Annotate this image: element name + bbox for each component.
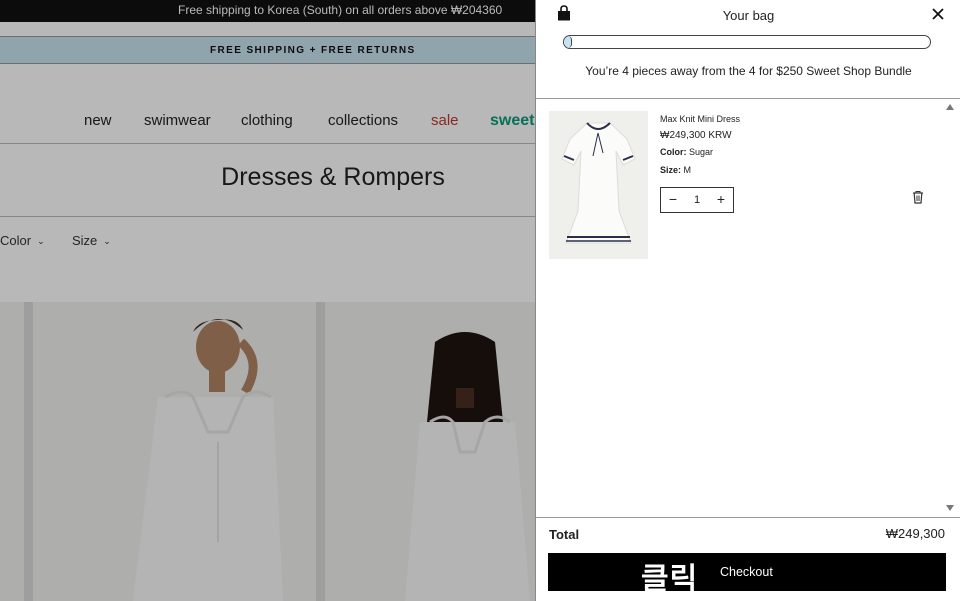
quantity-stepper: − 1 + [660,187,734,213]
scroll-down-arrow-icon[interactable] [946,505,954,511]
divider [536,517,960,518]
bundle-progress-bar [563,35,931,49]
cart-item-name[interactable]: Max Knit Mini Dress [660,114,740,124]
cart-item-color: Color: Sugar [660,147,713,157]
progress-fill [564,36,572,48]
divider [536,98,960,99]
click-overlay-label: 클릭 [641,563,699,596]
cart-title: Your bag [722,8,775,23]
size-value: M [683,165,692,175]
color-value: Sugar [689,147,714,157]
decrease-quantity-button[interactable]: − [661,188,685,212]
page-dim-overlay[interactable] [0,0,536,601]
trash-icon[interactable] [911,190,925,204]
increase-quantity-button[interactable]: + [709,188,733,212]
cart-item-image[interactable] [549,111,648,259]
size-label: Size: [660,165,682,175]
checkout-label: Checkout [720,565,773,579]
cart-drawer: Your bag You’re 4 pieces away from the 4… [535,0,960,601]
checkout-button[interactable]: 클릭 Checkout [548,553,946,596]
close-icon[interactable] [929,5,947,23]
bundle-progress-message: You’re 4 pieces away from the 4 for $250… [585,64,912,78]
dress-thumbnail [561,122,636,244]
cart-item-price: ₩249,300 KRW [660,130,732,141]
cart-item-size: Size: M [660,165,691,175]
quantity-value[interactable]: 1 [685,188,709,212]
scroll-up-arrow-icon[interactable] [946,104,954,110]
total-label: Total [549,527,580,542]
color-label: Color: [660,147,687,157]
total-value: ₩249,300 [885,526,945,541]
